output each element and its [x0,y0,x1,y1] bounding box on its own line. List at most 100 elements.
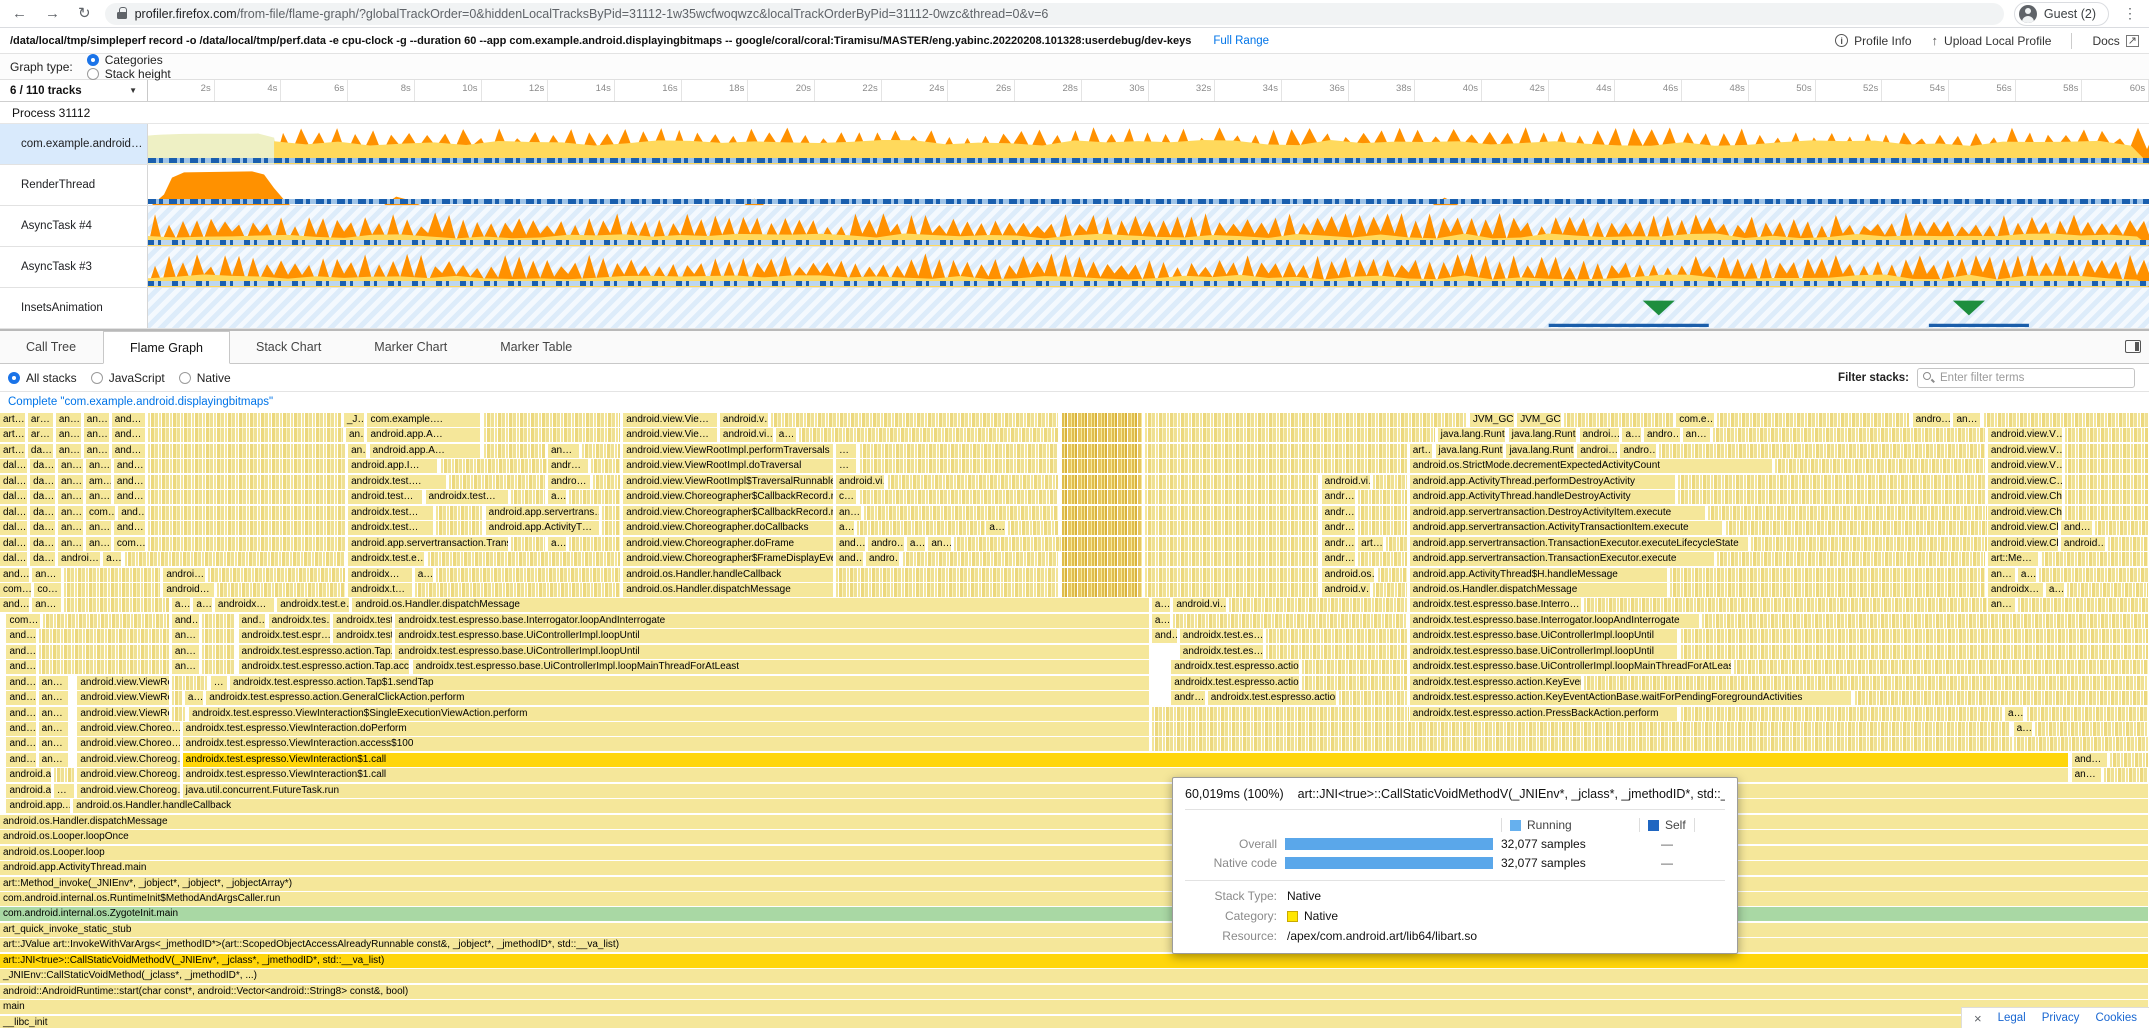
flame-cell-dense[interactable] [1062,413,1144,427]
stack-type-option[interactable]: Native [179,371,231,385]
flame-cell[interactable]: android.view.Cho… [1988,521,2059,535]
flame-cell[interactable]: an… [172,629,200,643]
flame-cell[interactable]: an… [86,490,112,504]
flame-cell-dense[interactable] [484,444,546,458]
flame-cell[interactable]: art::JValue art::InvokeWithVarArgs<_jmet… [0,938,2149,952]
flame-cell[interactable]: android.os.StrictMode.decrementExpectedA… [1410,459,1773,473]
flame-cell[interactable]: art… [0,428,26,442]
flame-cell-dense[interactable] [511,537,545,551]
flame-cell[interactable]: android… [2061,537,2106,551]
flame-cell[interactable]: androidx.test.es… [333,629,393,643]
flame-cell[interactable]: android.view.Choreographer.doCallbacks [623,521,834,535]
flame-cell[interactable]: android.app.servertransaction.Transa… [348,537,509,551]
flame-cell[interactable]: com.android.internal.os.ZygoteInit.main [0,907,2149,921]
flame-cell-dense[interactable] [148,459,346,473]
track-label[interactable]: InsetsAnimation [13,288,148,328]
flame-cell[interactable]: java.lang.Runtime.gc [1438,428,1507,442]
footer-link-cookies[interactable]: Cookies [2095,1012,2137,1024]
flame-cell[interactable]: android.os.Handler.handleCallback [73,799,2149,813]
graph-type-option[interactable]: Stack height [87,67,171,81]
flame-cell[interactable]: an… [548,444,580,458]
flame-cell[interactable]: android.app.ActivityThread.main [0,861,2149,875]
flame-cell-dense[interactable] [1358,521,1407,535]
profile-info-button[interactable]: iProfile Info [1835,34,1911,48]
flame-cell[interactable]: android.view.ViewRo… [77,691,169,705]
flame-cell[interactable]: and… [114,459,146,473]
flame-cell[interactable]: a… [193,598,212,612]
flame-cell[interactable]: android.view.Ch… [1988,490,2063,504]
track-row[interactable]: com.example.android… [0,124,2149,165]
flame-cell[interactable]: androidx.test.espresso.action.PressBackA… [1410,707,1679,721]
flame-cell[interactable]: and… [114,521,146,535]
tab-marker-table[interactable]: Marker Table [474,331,599,363]
flame-cell[interactable]: android.view.C… [1988,475,2063,489]
flame-cell-dense[interactable] [1678,475,1985,489]
flame-cell[interactable]: android.view.Choreog… [77,753,180,767]
flame-cell-dense[interactable] [1855,691,2149,705]
flame-cell[interactable]: android::AndroidRuntime::start(char cons… [0,985,2149,999]
track-label[interactable]: AsyncTask #4 [13,206,148,246]
flame-cell[interactable]: android.v… [720,413,769,427]
flame-cell[interactable]: java.lang.Runtime.gc [1436,444,1505,458]
flame-cell[interactable]: a… [2018,568,2037,582]
flame-cell[interactable]: … [211,676,228,690]
flame-cell[interactable]: android.os.Handler.handleCallback [623,568,834,582]
flame-cell-dense[interactable] [1584,598,1988,612]
flame-cell[interactable]: an… [39,676,69,690]
flame-cell[interactable]: android.view.Choreog… [77,784,180,798]
flame-cell-dense[interactable] [441,459,548,473]
flame-cell[interactable]: android.app.ActivityThread.performDestro… [1410,475,1676,489]
flame-cell-dense[interactable] [903,552,1060,566]
flame-cell[interactable]: com… [114,537,146,551]
flame-cell[interactable]: android.a… [6,784,51,798]
track-activity-graph[interactable] [148,124,2149,164]
flame-cell[interactable]: and… [6,676,36,690]
flame-cell-dense[interactable] [64,568,161,582]
flame-cell[interactable]: androidx.test… [348,521,434,535]
flame-cell-dense[interactable] [2108,537,2149,551]
flame-cell-dense[interactable] [2035,722,2149,736]
flame-cell[interactable]: androidx.test.es… [1180,645,1264,659]
flame-cell-dense[interactable] [1681,629,2149,643]
flame-cell-dense[interactable] [64,598,169,612]
flame-cell[interactable]: an… [58,521,84,535]
flame-cell-dense[interactable] [1702,614,2149,628]
flame-cell[interactable]: android.app.ActivityThread$H.handleMessa… [1410,568,1668,582]
flame-cell[interactable]: and… [0,568,30,582]
flame-cell-dense[interactable] [1062,459,1144,473]
flame-cell[interactable]: androidx.test.e… [348,552,425,566]
flame-cell-dense[interactable] [1659,444,1986,458]
flame-cell-dense[interactable] [602,521,621,535]
footer-link-privacy[interactable]: Privacy [2042,1012,2080,1024]
flame-cell[interactable]: andr… [548,459,589,473]
flame-cell[interactable]: androidx.test.es… [333,614,393,628]
flame-cell[interactable]: an… [39,722,69,736]
flame-cell-dense[interactable] [2042,552,2149,566]
flame-cell-dense[interactable] [1564,413,1674,427]
flame-cell[interactable]: andr… [1322,521,1356,535]
flame-cell[interactable]: a… [415,568,434,582]
flame-cell[interactable]: android.view.Cho… [1988,506,2063,520]
flame-cell[interactable]: android.view.Choreo… [77,722,180,736]
flame-cell[interactable]: androidx.test.espresso.base.UiController… [395,629,1149,643]
flame-cell-dense[interactable] [1145,444,1407,458]
flame-cell[interactable]: android.view.V… [1988,444,2063,458]
flame-cell[interactable]: java.lang.Runtime.gc [1509,428,1578,442]
flame-cell[interactable]: an… [86,537,112,551]
flame-cell[interactable]: android.vi… [1173,598,1227,612]
flame-cell[interactable]: and… [6,737,36,751]
flame-cell-dense[interactable] [1386,537,1407,551]
flame-cell-dense[interactable] [1062,583,1144,597]
flame-cell-dense[interactable] [2014,737,2149,751]
track-activity-graph[interactable] [148,165,2149,205]
flame-cell[interactable]: androidx… [215,598,275,612]
flame-cell[interactable]: a… [776,428,797,442]
flame-cell[interactable]: androidx.test.espresso.action.KeyEvent… [1171,676,1300,690]
flame-cell[interactable]: android.app.A… [370,444,482,458]
flame-cell[interactable]: da… [30,521,56,535]
flame-cell-dense[interactable] [1062,506,1144,520]
flame-cell[interactable]: androidx.test.espresso.base.UiController… [395,645,1149,659]
upload-profile-button[interactable]: ↑Upload Local Profile [1932,33,2052,48]
flame-cell-dense[interactable] [954,537,1061,551]
flame-cell-dense[interactable] [1229,598,1407,612]
